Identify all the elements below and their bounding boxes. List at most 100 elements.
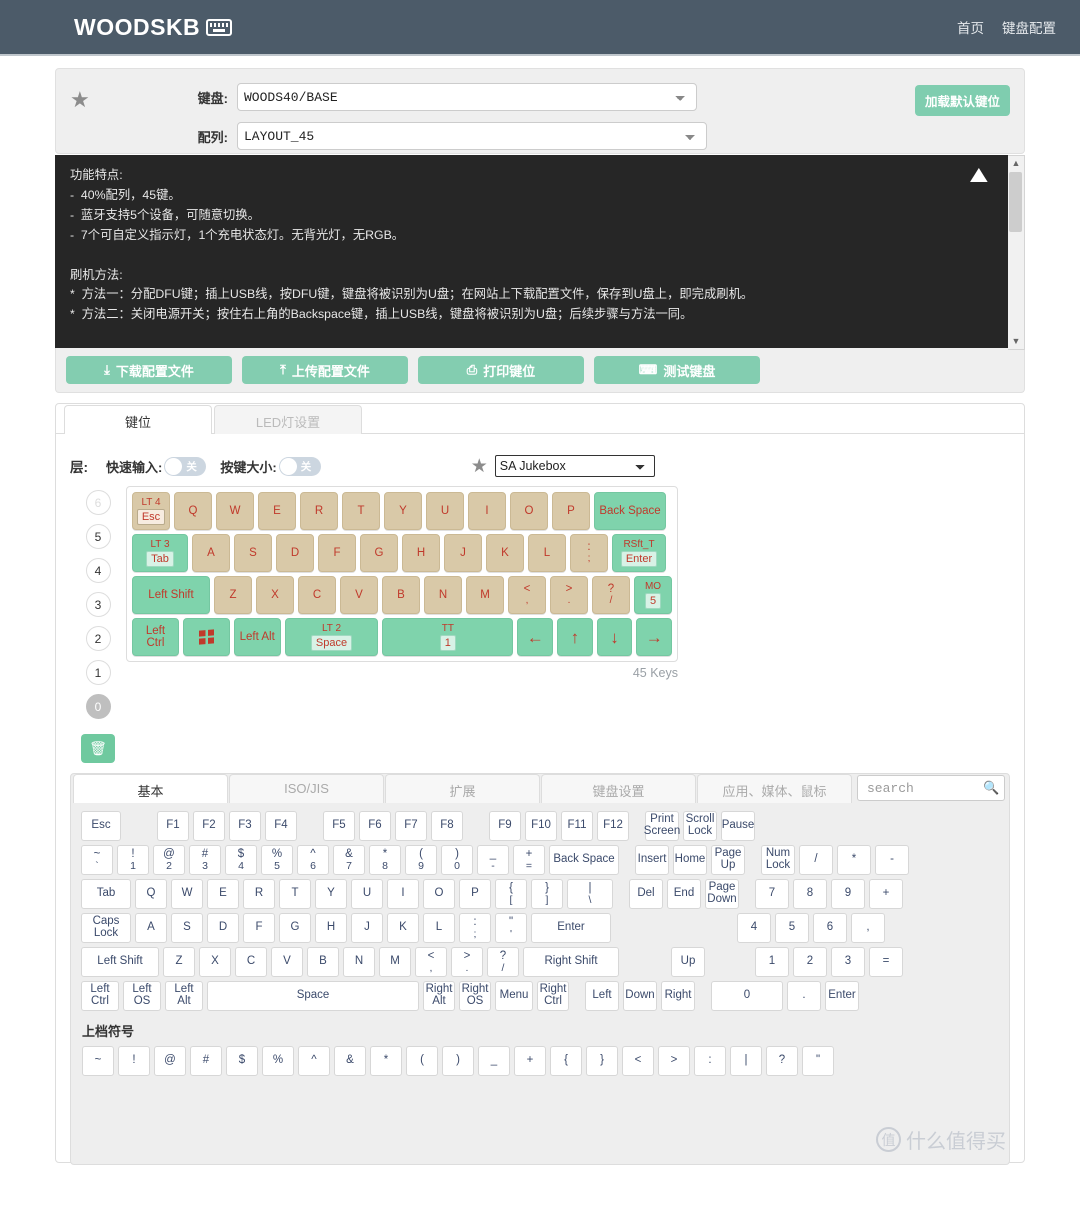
picker-key[interactable]: Down [623,981,657,1011]
picker-key[interactable]: Esc [81,811,121,841]
picker-tab-extended[interactable]: 扩展 [385,774,540,803]
keymap-key[interactable]: O [510,492,548,530]
layer-button-6[interactable]: 6 [85,490,111,515]
upload-config-button[interactable]: ⤒ 上传配置文件 [242,356,408,384]
keymap-key[interactable]: Back Space [594,492,666,530]
picker-key[interactable]: > [658,1046,690,1076]
picker-key[interactable]: _ [478,1046,510,1076]
keymap-key[interactable]: :; [570,534,608,572]
console-scrollbar[interactable]: ▲ ▼ [1008,155,1025,350]
picker-key[interactable]: K [387,913,419,943]
layout-select[interactable]: LAYOUT_45 [237,122,707,150]
keymap-key[interactable]: ? / [592,576,630,614]
print-keymap-button[interactable]: ⎙ 打印键位 [418,356,584,384]
picker-key[interactable]: } [586,1046,618,1076]
keymap-key[interactable]: P [552,492,590,530]
picker-key[interactable]: | [730,1046,762,1076]
keymap-key[interactable]: M [466,576,504,614]
keymap-key[interactable]: Left Alt [233,618,281,656]
picker-key[interactable]: Z [163,947,195,977]
picker-key[interactable]: * [837,845,871,875]
star-icon[interactable]: ★ [70,89,90,111]
picker-key[interactable]: Page Up [711,845,745,875]
picker-key[interactable]: F4 [265,811,297,841]
picker-key[interactable]: D [207,913,239,943]
picker-key[interactable]: F7 [395,811,427,841]
picker-key[interactable]: & [334,1046,366,1076]
picker-key[interactable]: <, [415,947,447,977]
picker-key[interactable]: 1 [755,947,789,977]
picker-key[interactable]: E [207,879,239,909]
picker-key[interactable]: { [550,1046,582,1076]
picker-key[interactable]: Left [585,981,619,1011]
nav-link-home[interactable]: 首页 [957,17,984,37]
keymap-key[interactable]: D [276,534,314,572]
picker-key[interactable]: J [351,913,383,943]
keymap-key[interactable]: E [258,492,296,530]
picker-key[interactable]: = [869,947,903,977]
picker-key[interactable]: _ - [477,845,509,875]
picker-key[interactable]: Y [315,879,347,909]
picker-key[interactable]: B [307,947,339,977]
picker-key[interactable]: Back Space [549,845,619,875]
picker-key[interactable]: 5 [775,913,809,943]
picker-key[interactable]: Caps Lock [81,913,131,943]
picker-key[interactable]: 6 [813,913,847,943]
picker-key[interactable]: F8 [431,811,463,841]
picker-key[interactable]: N [343,947,375,977]
picker-key[interactable]: + [869,879,903,909]
picker-key[interactable]: M [379,947,411,977]
keymap-key[interactable]: RSft_T Enter [612,534,666,572]
picker-key[interactable]: R [243,879,275,909]
picker-key[interactable]: H [315,913,347,943]
picker-key[interactable]: ( [406,1046,438,1076]
picker-key[interactable]: 8 [793,879,827,909]
picker-key[interactable]: | \ [567,879,613,909]
picker-key[interactable]: Right [661,981,695,1011]
scrollbar-thumb[interactable] [1009,172,1022,232]
keymap-key[interactable]: ← [517,618,554,656]
keymap-key[interactable]: >. [550,576,588,614]
picker-key[interactable]: Home [673,845,707,875]
picker-key[interactable]: F10 [525,811,557,841]
layer-button-5[interactable]: 5 [85,524,111,549]
picker-key[interactable]: Up [671,947,705,977]
picker-key[interactable]: C [235,947,267,977]
keymap-key[interactable]: TT 1 [382,618,514,656]
picker-key[interactable]: . [787,981,821,1011]
picker-key[interactable]: $ [226,1046,258,1076]
picker-key[interactable]: {[ [495,879,527,909]
picker-key[interactable]: @ [154,1046,186,1076]
picker-key[interactable]: F3 [229,811,261,841]
picker-key[interactable]: Left Alt [165,981,203,1011]
picker-key[interactable]: & 7 [333,845,365,875]
keymap-key[interactable]: G [360,534,398,572]
picker-key[interactable]: }] [531,879,563,909]
test-keyboard-button[interactable]: ⌨ 测试键盘 [594,356,760,384]
keymap-key[interactable]: <, [508,576,546,614]
keymap-key[interactable]: → [636,618,673,656]
keycap-profile-select[interactable]: SA Jukebox [494,455,655,477]
picker-key[interactable]: U [351,879,383,909]
layer-button-2[interactable]: 2 [85,626,111,651]
picker-key[interactable]: F5 [323,811,355,841]
picker-key[interactable]: * [370,1046,402,1076]
picker-key[interactable]: Num Lock [761,845,795,875]
keymap-key[interactable]: W [216,492,254,530]
picker-key[interactable]: S [171,913,203,943]
keymap-key[interactable]: Q [174,492,212,530]
picker-key[interactable]: Tab [81,879,131,909]
trash-icon[interactable]: 🗑 [81,734,115,763]
picker-key[interactable]: Pause [721,811,755,841]
picker-key[interactable]: 2 [793,947,827,977]
quick-input-toggle[interactable]: 关 [164,456,207,476]
search-icon[interactable]: 🔍 [983,780,999,796]
picker-tab-keyboard-settings[interactable]: 键盘设置 [541,774,696,803]
picker-key[interactable]: Page Down [705,879,739,909]
search-input[interactable] [865,779,983,797]
keymap-key[interactable]: S [234,534,272,572]
picker-key[interactable]: : [694,1046,726,1076]
picker-key[interactable]: # [190,1046,222,1076]
picker-key[interactable]: Menu [495,981,533,1011]
keymap-key[interactable]: I [468,492,506,530]
